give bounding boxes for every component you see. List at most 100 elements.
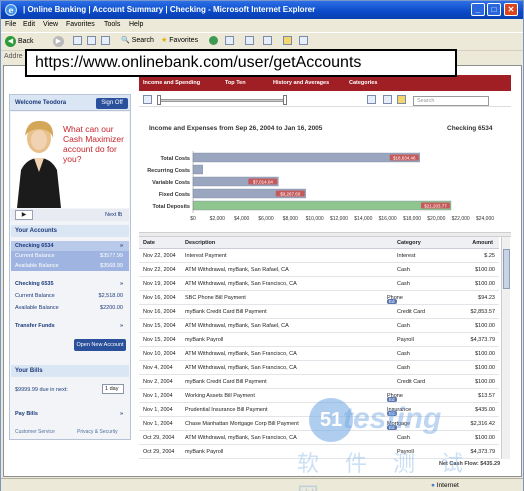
help-icon[interactable] (367, 95, 376, 104)
mail-button[interactable] (225, 36, 234, 45)
media-button[interactable] (209, 36, 218, 45)
chart-icon[interactable] (143, 95, 152, 104)
table-row[interactable]: Nov 19, 2004 ATM Withdrawal, myBank, San … (139, 277, 499, 291)
table-row[interactable]: Nov 15, 2004 myBank Payroll Payroll $4,373.… (139, 333, 499, 347)
cell-amount: $100.00 (475, 379, 495, 385)
customer-service-link[interactable]: Customer Service (15, 429, 55, 435)
bills-days-select[interactable]: 1 day (102, 384, 124, 394)
table-row[interactable]: Nov 10, 2004 ATM Withdrawal, myBank, San … (139, 347, 499, 361)
menu-favorites[interactable]: Favorites (66, 21, 95, 28)
url-field[interactable]: https://www.onlinebank.com/user/getAccou… (25, 49, 457, 77)
open-new-account-button[interactable]: Open New Account (74, 339, 126, 351)
privacy-link[interactable]: Privacy & Security (77, 429, 118, 435)
slider-end-handle[interactable] (283, 95, 287, 105)
table-row[interactable]: Oct 29, 2004 ATM Withdrawal, myBank, San … (139, 431, 499, 445)
edit-badge-icon[interactable]: Ed (387, 425, 397, 430)
transfer-funds-link[interactable]: Transfer Funds » (11, 321, 129, 331)
play-button[interactable]: ▶ (15, 210, 33, 220)
table-row[interactable]: Nov 4, 2004 ATM Withdrawal, myBank, San F… (139, 361, 499, 375)
welcome-text: Welcome Teodora (15, 100, 67, 106)
cell-category: Cash (397, 351, 410, 357)
balance-value: $2200.00 (100, 305, 123, 311)
category-text: Cash (397, 323, 410, 329)
cell-amount: $100.00 (475, 365, 495, 371)
edit-badge-icon[interactable]: Ed (387, 397, 397, 402)
menu-tools[interactable]: Tools (104, 21, 120, 28)
category-label: Total Deposits (153, 204, 191, 210)
balance-label: Current Balance (15, 293, 55, 299)
menu-view[interactable]: View (43, 21, 58, 28)
col-description[interactable]: Description (185, 240, 215, 246)
folder-icon[interactable] (397, 95, 406, 104)
col-amount[interactable]: Amount (472, 240, 493, 246)
edit-badge-icon[interactable]: Ed (387, 411, 397, 416)
folder-button[interactable] (283, 36, 292, 45)
sidebar-footer: Customer Service Privacy & Security (11, 429, 129, 435)
account-checking-6534[interactable]: Checking 6534 » (11, 241, 129, 251)
cell-amount: $13.57 (478, 393, 495, 399)
cell-date: Nov 15, 2004 (143, 337, 176, 343)
tab-income-spending[interactable]: Income and Spending (143, 80, 200, 86)
category-text: Cash (397, 365, 410, 371)
slider-start-handle[interactable] (157, 95, 161, 105)
edit-badge-icon[interactable]: Ed (387, 299, 397, 304)
menu-file[interactable]: File (5, 21, 16, 28)
scrollbar-thumb[interactable] (503, 249, 510, 289)
cell-category: Ed Mortgage (387, 421, 410, 430)
favorites-button[interactable]: ★ Favorites (161, 36, 198, 45)
table-row[interactable]: Nov 1, 2004 Working Assets Bill Payment Ed… (139, 389, 499, 403)
data-label: $7,014.04 (253, 179, 274, 184)
tab-top-ten[interactable]: Top Ten (225, 80, 246, 86)
accounts-header: Your Accounts (11, 225, 129, 237)
cell-date: Nov 2, 2004 (143, 379, 173, 385)
close-button[interactable]: ✕ (504, 3, 518, 16)
col-date[interactable]: Date (143, 240, 155, 246)
minimize-button[interactable]: _ (471, 3, 485, 16)
mail-icon (225, 36, 234, 45)
table-row[interactable]: Nov 16, 2004 myBank Credit Card Bill Paym… (139, 305, 499, 319)
table-row[interactable]: Nov 1, 2004 Prudential Insurance Bill Pay… (139, 403, 499, 417)
forward-button[interactable]: ▶ (53, 36, 64, 47)
category-label: Fixed Costs (159, 192, 190, 198)
messenger-button[interactable] (299, 36, 308, 45)
menu-edit[interactable]: Edit (23, 21, 35, 28)
category-label: Variable Costs (152, 180, 190, 186)
cell-date: Nov 16, 2004 (143, 295, 176, 301)
promo-text: What can our Cash Maximizer account do f… (63, 124, 124, 164)
table-row[interactable]: Nov 22, 2004 Interest Payment Interest $.25 (139, 249, 499, 263)
promo-banner[interactable]: What can our Cash Maximizer account do f… (11, 112, 129, 208)
col-category[interactable]: Category (397, 240, 421, 246)
search-button[interactable]: 🔍 Search (121, 36, 154, 45)
table-row[interactable]: Nov 15, 2004 ATM Withdrawal, myBank, San … (139, 319, 499, 333)
cell-description: ATM Withdrawal, myBank, San Rafael, CA (185, 323, 289, 329)
back-button[interactable]: ◀ Back (5, 36, 34, 47)
maximize-button[interactable]: □ (487, 3, 501, 16)
table-row[interactable]: Oct 29, 2004 myBank Payroll Payroll $4,373.… (139, 445, 499, 459)
date-range-slider[interactable] (157, 99, 287, 102)
tab-categories[interactable]: Categories (349, 80, 377, 86)
print-button[interactable] (245, 36, 254, 45)
tab-history-averages[interactable]: History and Averages (273, 80, 329, 86)
sign-off-button[interactable]: Sign Off (96, 98, 128, 109)
account-checking-6535[interactable]: Checking 6535 » (11, 279, 129, 289)
refresh-button[interactable] (87, 36, 96, 45)
next-link[interactable]: Next ℔ (105, 212, 122, 218)
bills-header: Your Bills (11, 365, 129, 377)
folder-icon (283, 36, 292, 45)
stop-button[interactable] (73, 36, 82, 45)
status-bar: ● Internet (1, 478, 523, 491)
table-row[interactable]: Nov 22, 2004 ATM Withdrawal, myBank, San … (139, 263, 499, 277)
cell-amount: $94.23 (478, 295, 495, 301)
transactions-scrollbar[interactable] (501, 237, 510, 459)
print-icon[interactable] (383, 95, 392, 104)
category-label: Total Costs (160, 156, 190, 162)
table-row[interactable]: Nov 16, 2004 SBC Phone Bill Payment Ed Phon… (139, 291, 499, 305)
search-input[interactable]: Search (413, 96, 489, 106)
table-row[interactable]: Nov 1, 2004 Chase Manhattan Mortgage Corp… (139, 417, 499, 431)
menu-help[interactable]: Help (129, 21, 143, 28)
cell-category: Cash (397, 323, 410, 329)
table-row[interactable]: Nov 2, 2004 myBank Credit Card Bill Payme… (139, 375, 499, 389)
pay-bills-link[interactable]: Pay Bills » (11, 409, 129, 419)
home-button[interactable] (101, 36, 110, 45)
edit-button[interactable] (263, 36, 272, 45)
